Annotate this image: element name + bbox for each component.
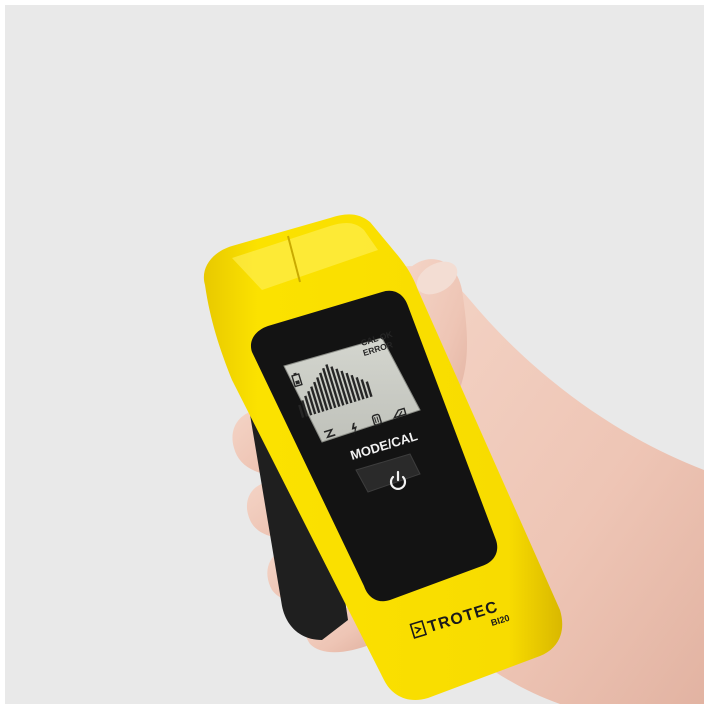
product-photo: CAL OK ERROR MODE/CAL TROTEC BI20 [5,5,704,704]
